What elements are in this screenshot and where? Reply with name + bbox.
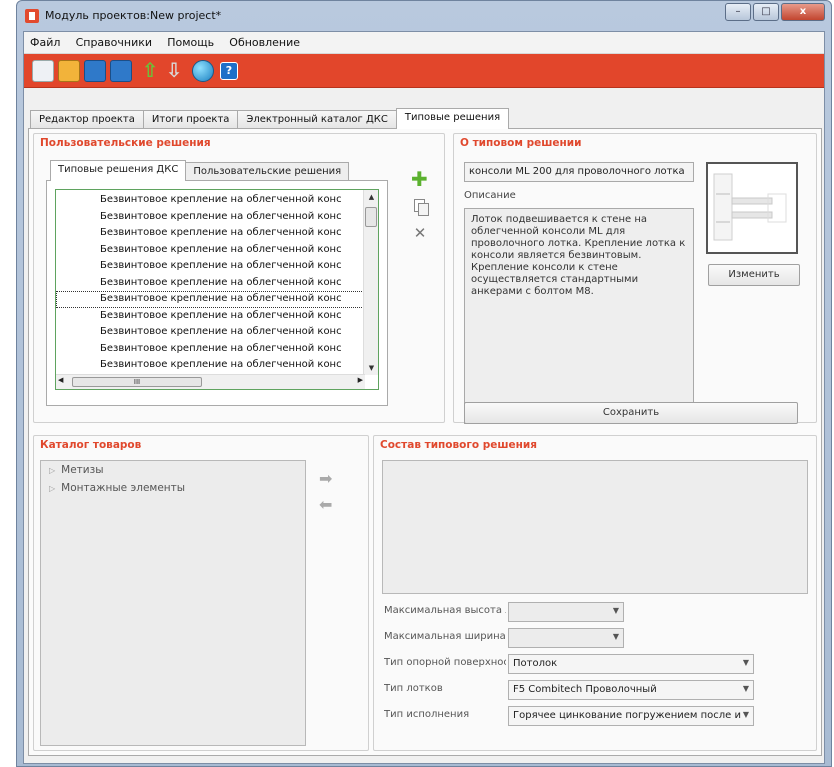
list-item[interactable]: Безвинтовое крепление на облегченной кон… <box>56 308 366 325</box>
scroll-up-icon[interactable]: ▲ <box>364 190 378 204</box>
list-item[interactable]: Безвинтовое крепление на облегченной кон… <box>56 357 366 374</box>
finish-type-value: Горячее цинкование погружением после и <box>513 710 741 721</box>
tab-content: Пользовательские решения Типовые решения… <box>28 128 822 756</box>
finish-type-label: Тип исполнения <box>384 709 470 720</box>
app-window: Модуль проектов:New project* – □ x Файл … <box>16 0 832 767</box>
user-solutions-title: Пользовательские решения <box>40 137 211 149</box>
maximize-button[interactable]: □ <box>753 3 779 21</box>
support-surface-label: Тип опорной поверхнос <box>384 657 506 668</box>
tray-type-select[interactable]: F5 Combitech Проволочный ▼ <box>508 680 754 700</box>
chevron-down-icon[interactable]: ▼ <box>743 710 749 719</box>
scroll-thumb[interactable] <box>365 207 377 227</box>
chevron-down-icon[interactable]: ▼ <box>613 632 619 641</box>
app-logo-icon <box>25 9 39 23</box>
list-item[interactable]: Безвинтовое крепление на облегченной кон… <box>56 324 366 341</box>
support-surface-value: Потолок <box>513 658 558 669</box>
bracket-diagram-icon <box>713 173 787 241</box>
delete-solution-icon[interactable]: ✕ <box>412 225 428 241</box>
arrow-left-icon[interactable]: ⬅ <box>319 495 332 514</box>
close-button[interactable]: x <box>781 3 825 21</box>
catalog-tree[interactable]: ▷ Метизы ▷ Монтажные элементы <box>40 460 306 746</box>
save-as-icon[interactable] <box>110 60 132 82</box>
tray-type-label: Тип лотков <box>384 683 443 694</box>
chevron-down-icon[interactable]: ▼ <box>613 606 619 615</box>
max-height-select[interactable]: ▼ <box>508 602 624 622</box>
solutions-tabs: Типовые решения ДКС Пользовательские реш… <box>50 160 350 181</box>
main-tabs: Редактор проекта Итоги проекта Электронн… <box>30 108 510 129</box>
support-surface-select[interactable]: Потолок ▼ <box>508 654 754 674</box>
list-item[interactable]: Безвинтовое крепление на облегченной кон… <box>56 258 366 275</box>
solutions-list[interactable]: Безвинтовое крепление на облегченной кон… <box>55 189 379 390</box>
chevron-down-icon[interactable]: ▼ <box>743 684 749 693</box>
menu-help[interactable]: Помощь <box>161 32 220 53</box>
max-height-label: Максимальная высота л <box>384 605 506 616</box>
list-item[interactable]: Безвинтовое крепление на облегченной кон… <box>56 242 366 259</box>
scroll-down-icon[interactable]: ▼ <box>364 361 378 375</box>
scroll-left-icon[interactable]: ◀ <box>58 376 63 384</box>
finish-type-select[interactable]: Горячее цинкование погружением после и ▼ <box>508 706 754 726</box>
solutions-list-rows: Безвинтовое крепление на облегченной кон… <box>56 192 366 374</box>
list-item[interactable]: Безвинтовое крепление на облегченной кон… <box>56 192 366 209</box>
chevron-down-icon[interactable]: ▼ <box>743 658 749 667</box>
scroll-right-icon[interactable]: ▶ <box>358 376 363 384</box>
user-solutions-panel: Пользовательские решения Типовые решения… <box>33 133 445 423</box>
about-solution-panel: О типовом решении консоли ML 200 для про… <box>453 133 817 424</box>
list-item[interactable]: Безвинтовое крепление на облегченной кон… <box>56 209 366 226</box>
hscroll-thumb[interactable]: III <box>72 377 202 387</box>
expand-arrow-icon[interactable]: ▷ <box>49 484 55 493</box>
tree-item-label: Метизы <box>61 464 104 476</box>
tab-project-totals[interactable]: Итоги проекта <box>142 110 239 129</box>
tab-typical-solutions[interactable]: Типовые решения <box>395 108 510 129</box>
upload-icon[interactable]: ⇧ <box>140 60 160 82</box>
menu-update[interactable]: Обновление <box>223 32 306 53</box>
add-solution-icon[interactable]: ✚ <box>411 169 428 189</box>
help-icon[interactable]: ? <box>220 62 238 80</box>
composition-list[interactable] <box>382 460 808 594</box>
description-label: Описание <box>464 190 516 201</box>
solution-composition-panel: Состав типового решения Максимальная выс… <box>373 435 817 751</box>
save-icon[interactable] <box>84 60 106 82</box>
description-field[interactable]: Лоток подвешивается к стене на облегченн… <box>464 208 694 424</box>
save-solution-button[interactable]: Сохранить <box>464 402 798 424</box>
expand-arrow-icon[interactable]: ▷ <box>49 466 55 475</box>
tab-project-editor[interactable]: Редактор проекта <box>30 110 144 129</box>
list-item[interactable]: Безвинтовое крепление на облегченной кон… <box>56 225 366 242</box>
list-horizontal-scrollbar[interactable]: ◀ III ▶ <box>56 374 365 389</box>
minimize-button[interactable]: – <box>725 3 751 21</box>
tray-type-value: F5 Combitech Проволочный <box>513 684 657 695</box>
menu-bar: Файл Справочники Помощь Обновление <box>24 32 824 54</box>
max-width-select[interactable]: ▼ <box>508 628 624 648</box>
solution-name-field[interactable]: консоли ML 200 для проволочного лотка <box>464 162 694 182</box>
change-image-button[interactable]: Изменить <box>708 264 800 286</box>
composition-title: Состав типового решения <box>380 439 538 451</box>
list-item[interactable]: Безвинтовое крепление на облегченной кон… <box>56 275 366 292</box>
new-project-icon[interactable] <box>32 60 54 82</box>
title-bar[interactable]: Модуль проектов:New project* – □ x <box>17 1 831 31</box>
tab-dks-solutions[interactable]: Типовые решения ДКС <box>50 160 187 181</box>
open-project-icon[interactable] <box>58 60 80 82</box>
menu-references[interactable]: Справочники <box>70 32 158 53</box>
solution-preview-image <box>706 162 798 254</box>
solutions-tab-panel: Безвинтовое крепление на облегченной кон… <box>46 180 388 406</box>
list-vertical-scrollbar[interactable]: ▲ ▼ <box>363 190 378 375</box>
about-solution-title: О типовом решении <box>460 137 582 149</box>
window-title: Модуль проектов:New project* <box>45 9 222 22</box>
list-item[interactable]: Безвинтовое крепление на облегченной кон… <box>56 291 366 308</box>
tab-dks-catalog[interactable]: Электронный каталог ДКС <box>237 110 397 129</box>
copy-solution-icon[interactable] <box>414 199 429 216</box>
list-item[interactable]: Безвинтовое крепление на облегченной кон… <box>56 341 366 358</box>
toolbar: ⇧ ⇩ ? <box>24 54 824 88</box>
client-area: Файл Справочники Помощь Обновление ⇧ ⇩ ?… <box>23 31 825 764</box>
menu-file[interactable]: Файл <box>24 32 66 53</box>
arrow-right-icon[interactable]: ➡ <box>319 469 332 488</box>
tree-item-label: Монтажные элементы <box>61 482 186 494</box>
globe-icon[interactable] <box>192 60 214 82</box>
product-catalog-title: Каталог товаров <box>40 439 142 451</box>
tree-item-hardware[interactable]: ▷ Метизы <box>41 461 305 479</box>
max-width-label: Максимальная ширина <box>384 631 506 642</box>
download-icon[interactable]: ⇩ <box>164 60 184 82</box>
tree-item-mounting-elements[interactable]: ▷ Монтажные элементы <box>41 479 305 497</box>
tab-user-solutions[interactable]: Пользовательские решения <box>185 162 350 181</box>
